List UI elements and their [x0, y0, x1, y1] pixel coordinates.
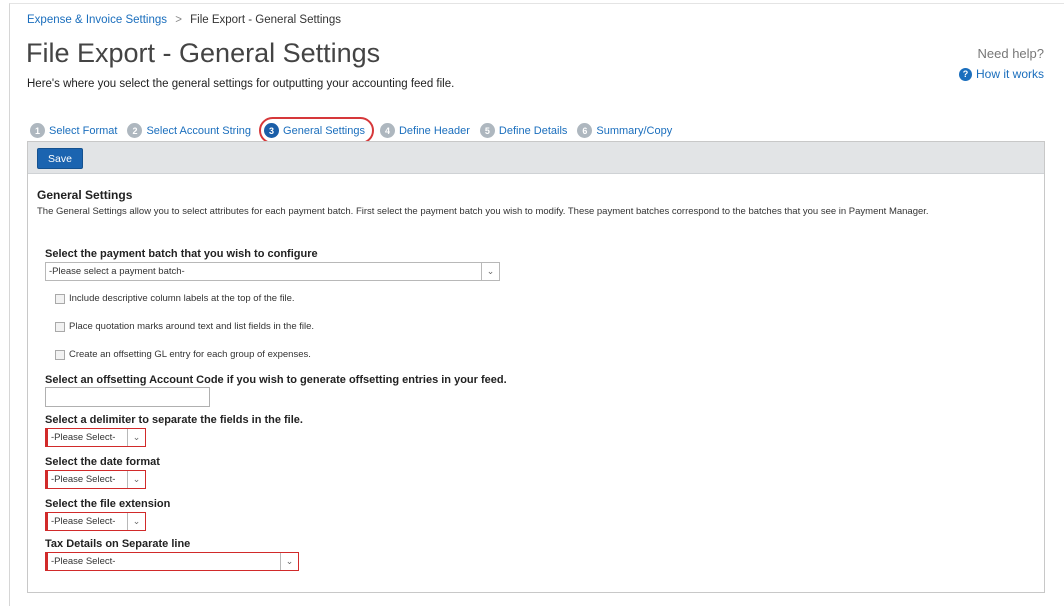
file-extension-label: Select the file extension: [45, 498, 171, 510]
checkbox-label: Create an offsetting GL entry for each g…: [69, 349, 311, 360]
step-label: Summary/Copy: [596, 124, 673, 137]
step-label: Select Account String: [146, 124, 252, 137]
save-button[interactable]: Save: [37, 148, 83, 169]
how-it-works-label: How it works: [975, 67, 1044, 81]
breadcrumb: Expense & Invoice Settings > File Export…: [27, 14, 341, 26]
chevron-down-icon: ⌄: [280, 553, 298, 570]
column-labels-checkbox[interactable]: [55, 293, 65, 304]
step-define-header[interactable]: 4 Define Header: [379, 123, 470, 138]
step-summary-copy[interactable]: 6 Summary/Copy: [577, 123, 672, 138]
tax-details-select[interactable]: -Please Select- ⌄: [45, 552, 299, 571]
chevron-down-icon: ⌄: [127, 513, 145, 530]
step-general-settings[interactable]: 3 General Settings: [259, 117, 374, 144]
chevron-down-icon: ⌄: [127, 471, 145, 488]
step-number: 5: [479, 123, 495, 138]
checkbox-row-column-labels: Include descriptive column labels at the…: [55, 293, 295, 304]
page-subtitle: Here's where you select the general sett…: [27, 78, 455, 90]
offsetting-gl-checkbox[interactable]: [55, 349, 65, 360]
checkbox-label: Include descriptive column labels at the…: [69, 293, 295, 304]
tax-details-label: Tax Details on Separate line: [45, 538, 191, 550]
file-extension-select[interactable]: -Please Select- ⌄: [45, 512, 146, 531]
delimiter-label: Select a delimiter to separate the field…: [45, 414, 303, 426]
checkbox-row-quotation-marks: Place quotation marks around text and li…: [55, 321, 314, 332]
page-title: File Export - General Settings: [26, 38, 381, 68]
checkbox-label: Place quotation marks around text and li…: [69, 321, 315, 332]
breadcrumb-parent-link[interactable]: Expense & Invoice Settings: [27, 14, 167, 26]
how-it-works-link[interactable]: ? How it works: [958, 67, 1044, 81]
wizard-steps: 1 Select Format 2 Select Account String …: [30, 117, 682, 144]
toolbar: Save: [28, 142, 1044, 174]
delimiter-select[interactable]: -Please Select- ⌄: [45, 428, 146, 447]
step-number: 1: [30, 123, 45, 138]
tax-details-value: -Please Select-: [51, 556, 116, 567]
section-title: General Settings: [37, 188, 133, 202]
step-label: Define Header: [398, 124, 470, 137]
file-extension-value: -Please Select-: [51, 516, 116, 527]
date-format-label: Select the date format: [45, 456, 160, 468]
checkbox-row-offsetting-gl: Create an offsetting GL entry for each g…: [55, 349, 311, 360]
date-format-select[interactable]: -Please Select- ⌄: [45, 470, 146, 489]
offset-account-input[interactable]: [45, 387, 210, 407]
step-label: General Settings: [283, 124, 365, 137]
question-icon: ?: [958, 67, 972, 81]
delimiter-value: -Please Select-: [51, 432, 116, 443]
chevron-down-icon: ⌄: [481, 263, 499, 280]
general-settings-panel: Save General Settings The General Settin…: [27, 141, 1045, 593]
payment-batch-label: Select the payment batch that you wish t…: [45, 248, 318, 260]
step-label: Select Format: [49, 124, 118, 137]
breadcrumb-separator: >: [175, 14, 182, 26]
step-number: 2: [127, 123, 143, 138]
need-help-label: Need help?: [977, 46, 1045, 61]
step-number: 6: [577, 123, 593, 138]
payment-batch-select[interactable]: -Please select a payment batch- ⌄: [45, 262, 500, 281]
step-define-details[interactable]: 5 Define Details: [479, 123, 568, 138]
chevron-down-icon: ⌄: [127, 429, 145, 446]
breadcrumb-current: File Export - General Settings: [190, 14, 341, 26]
help-box: Need help? ? How it works: [958, 46, 1045, 82]
step-select-account-string[interactable]: 2 Select Account String: [127, 123, 251, 138]
step-number: 3: [264, 123, 280, 138]
date-format-value: -Please Select-: [51, 474, 116, 485]
offset-account-label: Select an offsetting Account Code if you…: [45, 374, 507, 386]
payment-batch-value: -Please select a payment batch-: [49, 266, 185, 277]
step-label: Define Details: [498, 124, 568, 137]
step-select-format[interactable]: 1 Select Format: [30, 123, 117, 138]
section-description: The General Settings allow you to select…: [37, 206, 929, 217]
step-number: 4: [379, 123, 395, 138]
quotation-marks-checkbox[interactable]: [55, 321, 65, 332]
